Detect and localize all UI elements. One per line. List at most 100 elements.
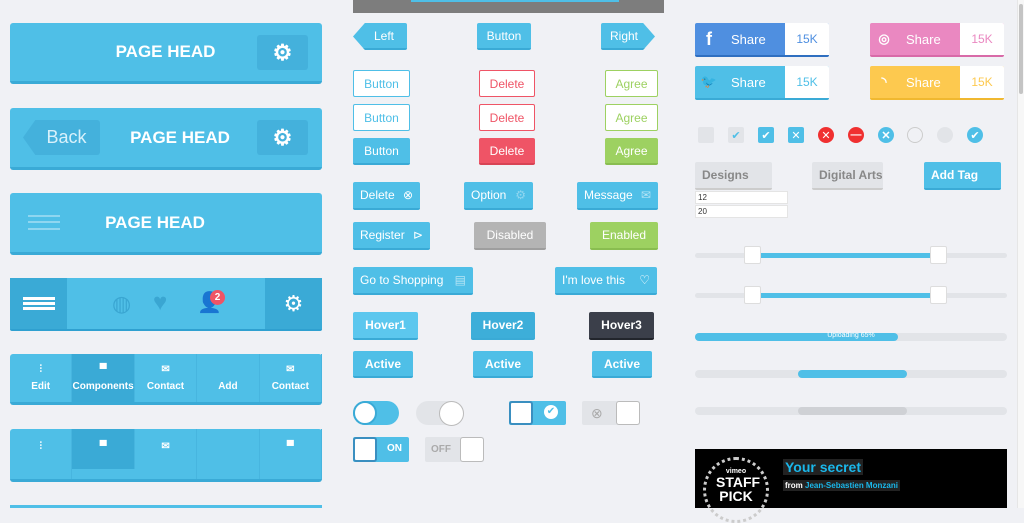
scrollbar-thumb[interactable] [798,407,907,415]
range-slider-2[interactable] [695,286,1007,304]
outline-button[interactable]: Button [353,70,410,97]
tab-bar-labeled: ⫶ Edit ▀ Components ✉ Contact Add ✉ Contact [10,354,323,405]
radio-disabled[interactable] [937,127,953,143]
outline-agree-button-2[interactable]: Agree [605,104,658,131]
settings-button[interactable]: ⚙ [257,120,308,155]
tab-contact[interactable]: ✉ [135,429,198,479]
chat-icon: ▀ [286,441,294,452]
rss-share[interactable]: ◝ Share 15K [870,66,1004,100]
page-header-2: Back PAGE HEAD ⚙ [10,108,322,170]
enabled-button[interactable]: Enabled [590,222,658,250]
tab-add[interactable] [197,429,260,479]
shopping-button[interactable]: Go to Shopping ▤ [353,267,473,295]
mail-icon: ✉ [161,441,170,452]
checkbox-light-checked[interactable]: ✔ [728,127,744,143]
button[interactable]: Button [477,23,531,50]
delete-tag-icon[interactable]: ✕ [818,127,834,143]
round-toggle-on[interactable] [353,401,399,425]
outline-agree-button[interactable]: Agree [605,70,658,97]
scrollbar-blue[interactable] [695,370,1007,378]
hover1-button[interactable]: Hover1 [353,312,418,340]
settings-button[interactable]: ⚙ [265,278,322,329]
page-title: PAGE HEAD [130,127,230,147]
hover3-button[interactable]: Hover3 [589,312,654,340]
slider-handle-max[interactable] [930,246,947,264]
vimeo-card: vimeo STAFF PICK Your secret from Jean-S… [695,449,1007,523]
add-tag-button[interactable]: Add Tag [924,162,1001,190]
tab-components[interactable]: ▀ [72,429,135,469]
page-scrollbar[interactable] [1017,0,1024,508]
icon-header: ◍ ♥ 👤 2 ⚙ [10,278,322,331]
heart-icon[interactable]: ♥ [153,289,167,317]
radio-checked[interactable]: ✔ [967,127,983,143]
settings-button[interactable]: ⚙ [257,35,308,70]
on-toggle[interactable]: ON [353,437,409,462]
right-button[interactable]: Right [601,23,655,50]
tab-components[interactable]: ▀ Components [72,354,135,402]
outline-delete-button-2[interactable]: Delete [479,104,535,131]
solid-button[interactable]: Button [353,138,410,165]
message-button[interactable]: Message ✉ [577,182,658,210]
staff-pick-badge: vimeo STAFF PICK [703,457,769,523]
minus-circle-icon[interactable]: — [848,127,864,143]
love-button[interactable]: I'm love this ♡ [555,267,657,295]
off-toggle[interactable]: OFF [425,437,484,462]
range-slider-1[interactable] [695,246,1007,264]
tab-contact[interactable]: ✉ Contact [135,354,198,402]
slider-handle-min[interactable] [744,286,761,304]
outline-button-2[interactable]: Button [353,104,410,131]
check-circle-icon: ✔ [544,405,558,419]
designs-tag[interactable]: Designs [695,162,772,190]
video-title[interactable]: Your secret [783,459,863,475]
back-button[interactable]: Back [23,120,100,155]
menu-icon[interactable] [28,215,60,230]
number-input-1[interactable]: 12 [695,191,788,204]
dribbble-icon: ◎ [878,31,890,46]
scrollbar-gray[interactable] [695,407,1007,415]
tab-contact-2[interactable]: ✉ Contact [260,354,323,402]
close-circle-icon[interactable]: ✕ [878,127,894,143]
number-input-2[interactable]: 20 [695,205,788,218]
checkbox-crossed[interactable]: ✕ [788,127,804,143]
active-button-1[interactable]: Active [353,351,413,378]
facebook-share[interactable]: f Share 15K [695,23,829,57]
chat-icon: ▀ [99,441,107,452]
register-button[interactable]: Register ⊳ [353,222,430,250]
outline-delete-button[interactable]: Delete [479,70,535,97]
twitter-share[interactable]: 🐦 Share 15K [695,66,829,100]
solid-delete-button[interactable]: Delete [479,138,535,165]
tab-add[interactable]: Add [197,354,260,402]
dribbble-share[interactable]: ◎ Share 15K [870,23,1004,57]
digital-arts-tag[interactable]: Digital Arts [812,162,883,190]
hover2-button[interactable]: Hover2 [471,312,535,340]
slider-handle-max[interactable] [930,286,947,304]
tab-edit[interactable]: ⫶ Edit [10,354,73,402]
round-toggle-off[interactable] [416,401,464,426]
radio-empty[interactable] [907,127,923,143]
page-title: PAGE HEAD [115,42,216,61]
check-toggle-off[interactable]: ⊗ [582,401,640,425]
globe-icon[interactable]: ◍ [112,291,131,317]
mail-icon: ✉ [286,364,295,375]
rss-icon: ◝ [881,74,887,89]
scrollbar-thumb[interactable] [798,370,907,378]
slider-handle-min[interactable] [744,246,761,264]
option-button[interactable]: Option ⚙ [464,182,533,210]
mail-icon: ✉ [161,364,170,375]
checkbox-checked[interactable]: ✔ [758,127,774,143]
left-button[interactable]: Left [353,23,407,50]
video-byline: from Jean-Sebastien Monzani [783,480,900,491]
check-toggle-on[interactable]: ✔ [509,401,566,425]
checkbox-empty[interactable] [698,127,714,143]
tab-chat[interactable]: ▀ [260,429,323,479]
active-button-3[interactable]: Active [592,351,652,378]
active-button-2[interactable]: Active [473,351,533,378]
author-link[interactable]: Jean-Sebastien Monzani [805,481,898,490]
menu-button[interactable] [10,278,67,329]
delete-icon-button[interactable]: Delete ⊗ [353,182,420,210]
upload-progress: Uploading 65% [695,332,1007,341]
sliders-icon: ⫶ [39,364,42,375]
solid-agree-button[interactable]: Agree [605,138,658,165]
notification-badge: 2 [210,290,225,305]
tab-edit[interactable]: ⫶ [10,429,73,479]
